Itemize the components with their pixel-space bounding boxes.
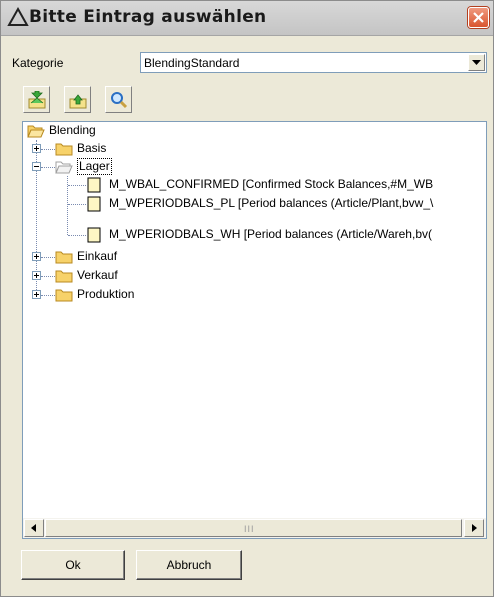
tree-node-label: Basis <box>77 141 107 155</box>
cancel-button[interactable]: Abbruch <box>136 550 242 580</box>
folder-icon <box>55 289 73 302</box>
dropdown-button[interactable] <box>468 54 485 71</box>
tree-node-label-selected: Lager <box>77 158 112 175</box>
tree-node-produktion[interactable]: Produktion <box>55 286 205 304</box>
dialog-window: Bitte Eintrag auswählen Kategorie Blendi… <box>0 0 494 597</box>
close-button[interactable] <box>468 7 489 28</box>
search-icon <box>111 92 128 109</box>
expand-toggle[interactable] <box>32 290 41 299</box>
tree-node-lager[interactable]: Lager <box>55 158 205 176</box>
tree-node-label: Blending <box>49 123 96 137</box>
import-button[interactable] <box>23 86 50 113</box>
document-icon <box>87 227 101 243</box>
import-icon <box>28 91 46 109</box>
scrollbar-thumb[interactable]: III <box>45 519 462 537</box>
close-icon <box>473 12 484 23</box>
expand-toggle[interactable] <box>32 144 41 153</box>
plus-icon <box>34 292 39 297</box>
expand-toggle[interactable] <box>32 271 41 280</box>
export-button[interactable] <box>64 86 91 113</box>
tree-node-verkauf[interactable]: Verkauf <box>55 267 205 285</box>
tree-node-label: Verkauf <box>77 268 118 282</box>
title-bar[interactable]: Bitte Eintrag auswählen <box>1 1 493 36</box>
tree-connector <box>41 257 55 258</box>
scroll-right-button[interactable] <box>464 519 484 537</box>
tree-leaf-label: M_WBAL_CONFIRMED [Confirmed Stock Balanc… <box>109 177 434 191</box>
kategorie-label: Kategorie <box>12 56 64 70</box>
search-button[interactable] <box>105 86 132 113</box>
document-icon <box>87 196 101 212</box>
tree-leaf-label: M_WPERIODBALS_WH [Period balances (Artic… <box>109 227 432 241</box>
folder-icon <box>55 270 73 283</box>
folder-icon <box>55 143 73 156</box>
horizontal-scrollbar[interactable]: III <box>23 518 486 538</box>
tree-node-basis[interactable]: Basis <box>55 140 205 158</box>
folder-open-icon <box>27 125 45 138</box>
plus-icon <box>34 273 39 278</box>
tree-node-label: Produktion <box>77 287 135 301</box>
tree-connector <box>68 235 86 236</box>
expand-toggle[interactable] <box>32 252 41 261</box>
tree-connector <box>68 185 86 186</box>
tree-leaf-item[interactable]: M_WPERIODBALS_WH [Period balances (Artic… <box>87 226 486 244</box>
folder-icon <box>55 251 73 264</box>
chevron-right-icon <box>472 524 477 532</box>
tree-connector <box>41 276 55 277</box>
plus-icon <box>34 146 39 151</box>
scrollbar-grip: III <box>244 524 255 534</box>
folder-open-icon <box>55 161 73 174</box>
cancel-button-label: Abbruch <box>166 558 212 572</box>
category-tree[interactable]: Blending Basis Lager M_WBAL_CONFIRMED [C… <box>22 121 487 539</box>
warning-triangle-icon <box>7 6 29 26</box>
kategorie-select[interactable]: BlendingStandard <box>140 52 487 73</box>
document-icon <box>87 177 101 193</box>
window-title: Bitte Eintrag auswählen <box>29 7 267 27</box>
ok-button[interactable]: Ok <box>21 550 125 580</box>
tree-leaf-label: M_WPERIODBALS_PL [Period balances (Artic… <box>109 196 434 210</box>
tree-connector <box>41 167 55 168</box>
tree-node-einkauf[interactable]: Einkauf <box>55 248 205 266</box>
chevron-down-icon <box>472 60 481 65</box>
tree-leaf-item[interactable]: M_WBAL_CONFIRMED [Confirmed Stock Balanc… <box>87 176 486 194</box>
tree-node-root[interactable]: Blending <box>23 122 223 140</box>
tree-connector <box>68 204 86 205</box>
ok-button-label: Ok <box>65 558 81 572</box>
plus-icon <box>34 254 39 259</box>
tree-connector <box>41 295 55 296</box>
tree-connector <box>41 149 55 150</box>
tree-leaf-item[interactable]: M_WPERIODBALS_PL [Period balances (Artic… <box>87 195 486 213</box>
kategorie-value: BlendingStandard <box>144 56 240 70</box>
minus-icon <box>34 166 39 167</box>
export-icon <box>69 94 87 109</box>
scroll-left-button[interactable] <box>24 519 44 537</box>
collapse-toggle[interactable] <box>32 162 41 171</box>
tree-node-label: Einkauf <box>77 249 118 263</box>
chevron-left-icon <box>31 524 36 532</box>
